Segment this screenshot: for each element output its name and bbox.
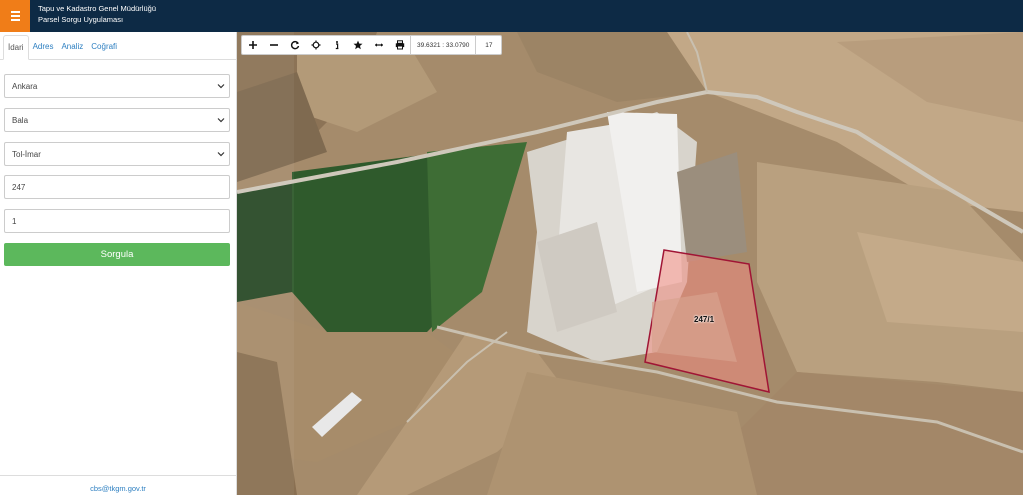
app-name: Parsel Sorgu Uygulaması	[38, 15, 124, 24]
favorite-button[interactable]	[347, 36, 368, 54]
info-button[interactable]	[326, 36, 347, 54]
app-header: Tapu ve Kadastro Genel Müdürlüğü Parsel …	[0, 0, 1023, 32]
print-icon	[395, 40, 404, 50]
parcel-value: 1	[12, 216, 17, 226]
sidebar-tabs: İdari Adres Analiz Coğrafi	[0, 32, 236, 60]
province-select[interactable]: Ankara	[4, 74, 230, 98]
app-brand: Tapu ve Kadastro Genel Müdürlüğü Parsel …	[38, 3, 156, 25]
chevron-down-icon	[217, 118, 225, 123]
print-button[interactable]	[389, 36, 410, 54]
coordinate-readout: 39.6321 : 33.0790	[410, 36, 475, 54]
map-view[interactable]: 39.6321 : 33.0790 17 247/1	[237, 32, 1023, 495]
parcel-input[interactable]: 1	[4, 209, 230, 233]
district-select[interactable]: Bala	[4, 108, 230, 132]
contact-email-link[interactable]: cbs@tkgm.gov.tr	[90, 484, 146, 493]
chevron-down-icon	[217, 152, 225, 157]
tab-adres[interactable]: Adres	[29, 35, 58, 60]
hamburger-icon	[10, 11, 20, 21]
neighborhood-value: Tol-İmar	[12, 149, 41, 159]
tab-cografi[interactable]: Coğrafi	[87, 35, 121, 60]
chevron-down-icon	[217, 84, 225, 89]
refresh-icon	[290, 41, 299, 50]
menu-button[interactable]	[0, 0, 30, 32]
info-icon	[335, 41, 338, 50]
zoom-out-icon	[269, 44, 278, 46]
tab-analiz[interactable]: Analiz	[57, 35, 87, 60]
measure-icon	[374, 43, 383, 47]
province-value: Ankara	[12, 81, 38, 91]
parcel-label: 247/1	[694, 315, 715, 324]
tab-idari[interactable]: İdari	[3, 35, 29, 60]
zoom-level: 17	[475, 36, 501, 54]
query-button[interactable]: Sorgula	[4, 243, 230, 266]
satellite-imagery	[237, 32, 1023, 495]
neighborhood-select[interactable]: Tol-İmar	[4, 142, 230, 166]
refresh-button[interactable]	[284, 36, 305, 54]
map-toolbar: 39.6321 : 33.0790 17	[241, 35, 503, 55]
measure-button[interactable]	[368, 36, 389, 54]
district-value: Bala	[12, 115, 29, 125]
block-value: 247	[12, 182, 26, 192]
block-input[interactable]: 247	[4, 175, 230, 199]
zoom-out-button[interactable]	[263, 36, 284, 54]
org-name: Tapu ve Kadastro Genel Müdürlüğü	[38, 4, 156, 13]
zoom-in-button[interactable]	[242, 36, 263, 54]
zoom-in-icon	[248, 41, 257, 49]
locate-button[interactable]	[305, 36, 326, 54]
sidebar: İdari Adres Analiz Coğrafi Ankara Bala T…	[0, 32, 237, 495]
locate-icon	[311, 40, 320, 50]
sidebar-footer: cbs@tkgm.gov.tr	[0, 475, 236, 495]
star-icon	[353, 40, 362, 50]
